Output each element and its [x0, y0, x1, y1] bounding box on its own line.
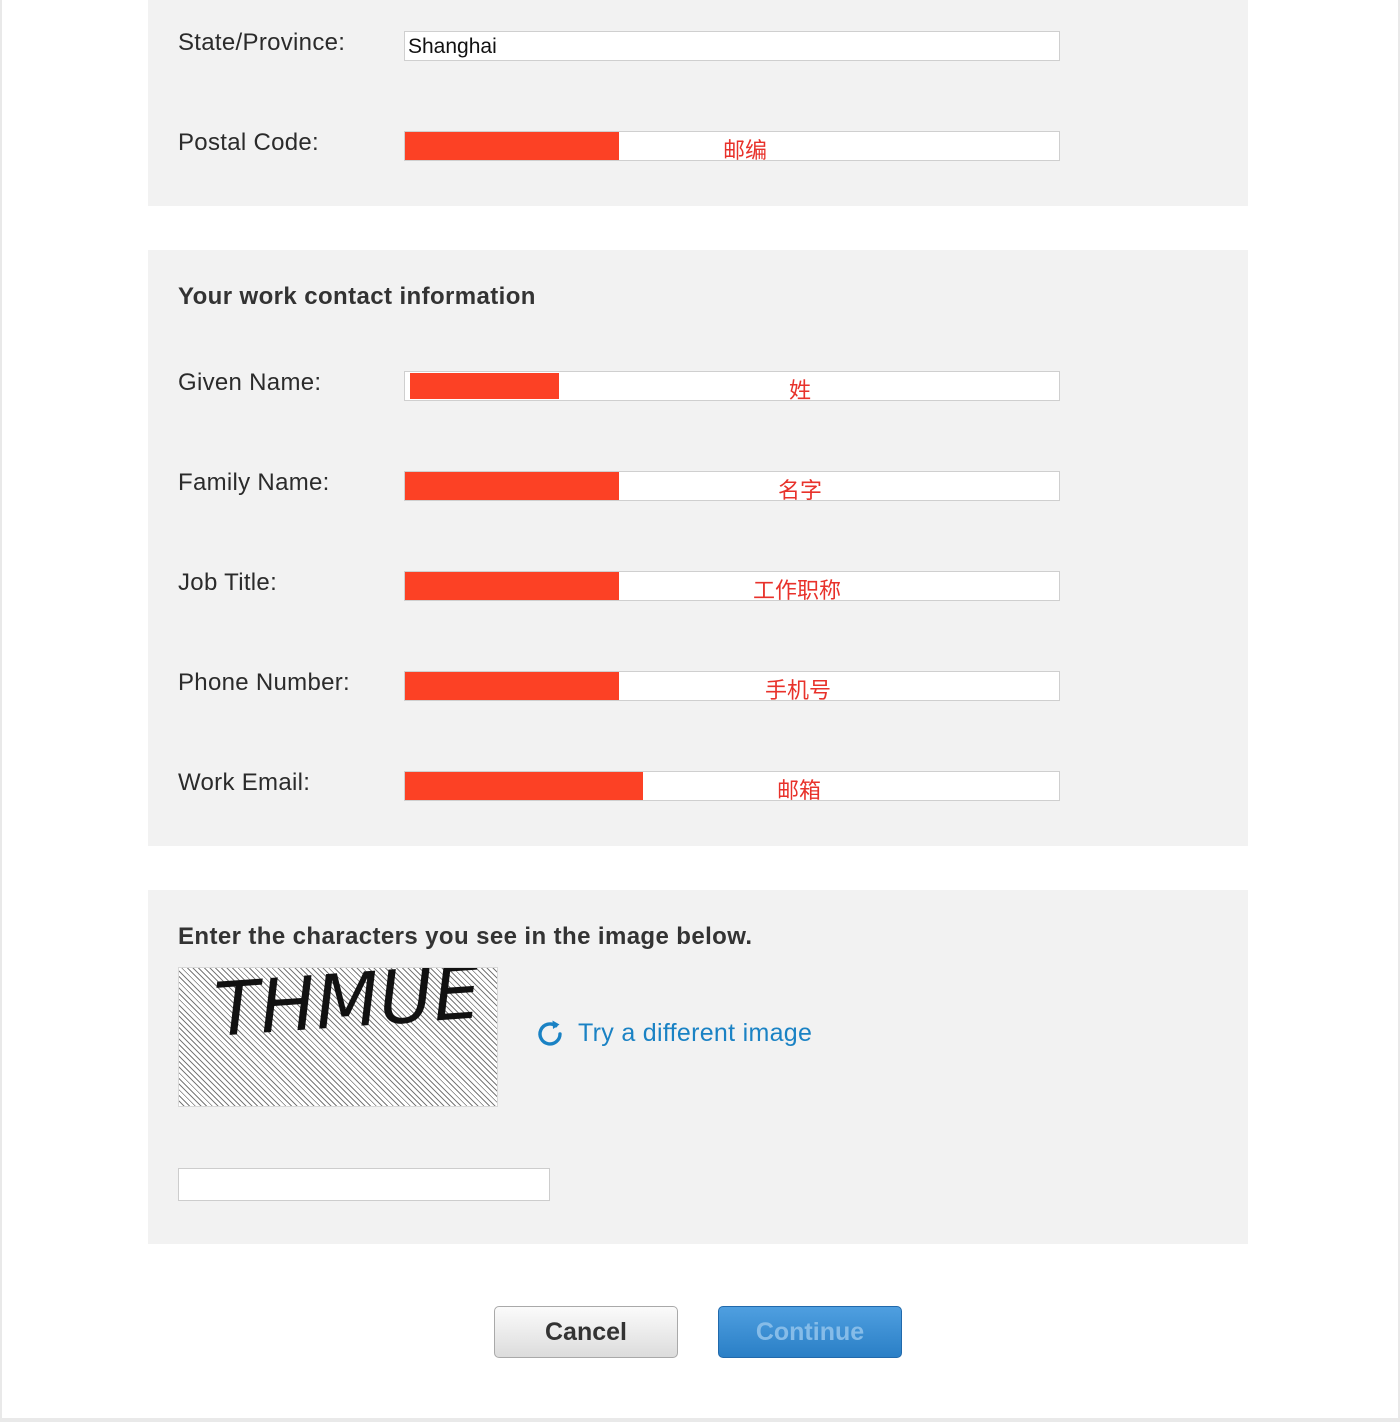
family-name-input[interactable]: 名字	[404, 471, 1060, 504]
captcha-panel: Enter the characters you see in the imag…	[148, 890, 1248, 1244]
postal-code-hint: 邮编	[723, 139, 768, 164]
captcha-glyphs: THMUE	[212, 968, 483, 1054]
cancel-button[interactable]: Cancel	[494, 1306, 678, 1358]
postal-code-label: Postal Code:	[178, 129, 320, 156]
redaction-bar	[405, 132, 619, 160]
given-name-input[interactable]: 姓	[404, 371, 1060, 404]
try-different-image-label: Try a different image	[578, 1018, 813, 1047]
refresh-icon	[538, 1020, 562, 1046]
work-contact-panel: Your work contact information Given Name…	[148, 250, 1248, 846]
redaction-bar	[405, 672, 619, 700]
work-email-input[interactable]: 邮箱	[404, 771, 1060, 804]
try-different-image-link[interactable]: Try a different image	[534, 1017, 812, 1049]
redaction-bar	[405, 772, 643, 800]
postal-code-input[interactable]: 邮编	[404, 131, 1060, 164]
captcha-instruction: Enter the characters you see in the imag…	[178, 923, 753, 950]
phone-number-label: Phone Number:	[178, 669, 350, 696]
work-email-hint: 邮箱	[777, 779, 822, 804]
page: State/Province: Shanghai Postal Code: 邮编…	[2, 0, 1398, 1418]
job-title-label: Job Title:	[178, 569, 278, 596]
redaction-bar	[405, 472, 619, 500]
state-province-value: Shanghai	[408, 35, 497, 58]
given-name-label: Given Name:	[178, 369, 322, 396]
family-name-hint: 名字	[778, 479, 823, 504]
address-panel: State/Province: Shanghai Postal Code: 邮编	[148, 0, 1248, 206]
work-contact-heading: Your work contact information	[178, 283, 536, 310]
work-email-label: Work Email:	[178, 769, 311, 796]
phone-number-input[interactable]: 手机号	[404, 671, 1060, 704]
given-name-hint: 姓	[789, 379, 812, 404]
family-name-label: Family Name:	[178, 469, 330, 496]
continue-button[interactable]: Continue	[718, 1306, 902, 1358]
captcha-text: THMUE	[212, 968, 483, 1054]
job-title-hint: 工作职称	[753, 579, 842, 604]
captcha-answer-input[interactable]	[178, 1168, 550, 1201]
captcha-image: THMUE	[178, 967, 498, 1107]
phone-number-hint: 手机号	[765, 679, 832, 704]
state-province-input[interactable]: Shanghai	[404, 31, 1060, 61]
redaction-bar	[410, 373, 559, 399]
job-title-input[interactable]: 工作职称	[404, 571, 1060, 604]
redaction-bar	[405, 572, 619, 600]
state-province-label: State/Province:	[178, 29, 346, 56]
